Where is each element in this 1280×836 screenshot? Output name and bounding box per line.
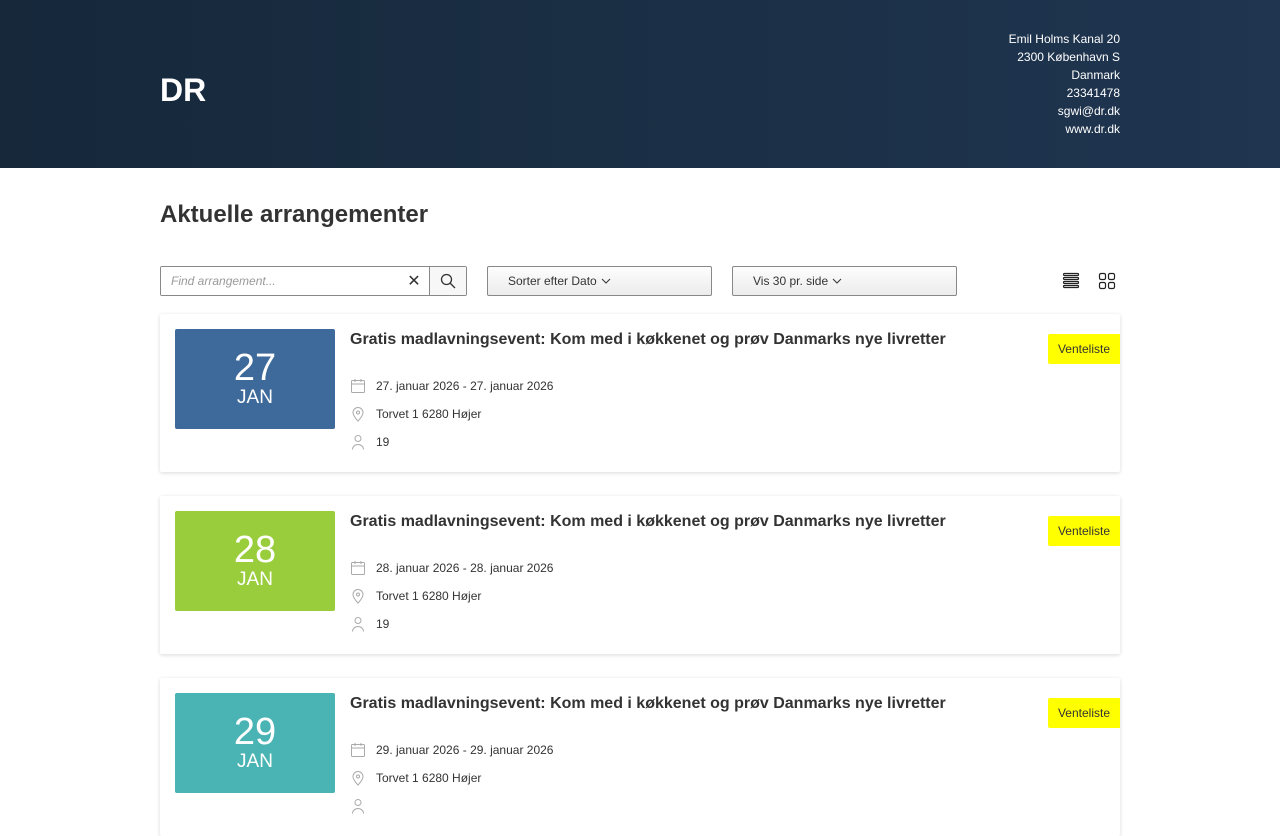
toolbar: ✕ Sorter efter Dato Vis 30 pr. side — [160, 266, 1120, 296]
list-view-button[interactable] — [1061, 271, 1081, 291]
person-icon — [352, 617, 364, 632]
event-location-row: Torvet 1 6280 Højer — [350, 588, 481, 604]
event-card[interactable]: 27 JAN Gratis madlavningsevent: Kom med … — [160, 314, 1120, 472]
person-icon — [352, 435, 364, 450]
event-location: Torvet 1 6280 Højer — [376, 407, 482, 421]
site-header: DR Emil Holms Kanal 20 2300 København S … — [0, 0, 1280, 168]
calendar-icon — [351, 561, 365, 575]
event-day: 28 — [233, 529, 277, 571]
clear-icon[interactable]: ✕ — [399, 267, 429, 295]
location-icon — [352, 589, 364, 604]
event-month: JAN — [237, 751, 273, 772]
event-day: 27 — [233, 347, 277, 389]
sort-label: Sorter efter Dato — [508, 274, 597, 288]
person-icon — [352, 799, 364, 814]
address-country: Danmark — [1071, 68, 1120, 82]
event-card[interactable]: 28 JAN Gratis madlavningsevent: Kom med … — [160, 496, 1120, 654]
event-location-row: Torvet 1 6280 Højer — [350, 406, 481, 422]
search-box: ✕ — [160, 266, 467, 296]
event-dates: 28. januar 2026 - 28. januar 2026 — [376, 561, 554, 575]
waitlist-badge[interactable]: Venteliste — [1047, 516, 1120, 546]
search-icon — [440, 273, 456, 289]
event-dates-row: 27. januar 2026 - 27. januar 2026 — [350, 378, 553, 394]
event-participants-row: 19 — [350, 616, 389, 632]
date-tile: 28 JAN — [175, 511, 335, 611]
waitlist-badge[interactable]: Venteliste — [1047, 334, 1120, 364]
event-dates-row: 28. januar 2026 - 28. januar 2026 — [350, 560, 553, 576]
event-location: Torvet 1 6280 Højer — [376, 771, 482, 785]
calendar-icon — [351, 379, 365, 393]
website-link[interactable]: www.dr.dk — [1009, 120, 1120, 138]
waitlist-badge[interactable]: Venteliste — [1047, 698, 1120, 728]
per-page-select[interactable]: Vis 30 pr. side — [732, 266, 957, 296]
event-dates: 27. januar 2026 - 27. januar 2026 — [376, 379, 554, 393]
event-participants-row: 19 — [350, 434, 389, 450]
address-street: Emil Holms Kanal 20 — [1008, 32, 1120, 46]
grid-view-icon — [1098, 272, 1116, 290]
phone: 23341478 — [1066, 86, 1120, 100]
contact-info: Emil Holms Kanal 20 2300 København S Dan… — [1009, 30, 1120, 138]
chevron-down-icon — [601, 278, 611, 284]
chevron-down-icon — [832, 278, 842, 284]
event-title[interactable]: Gratis madlavningsevent: Kom med i køkke… — [350, 695, 946, 713]
event-location: Torvet 1 6280 Højer — [376, 589, 482, 603]
location-icon — [352, 771, 364, 786]
event-title[interactable]: Gratis madlavningsevent: Kom med i køkke… — [350, 331, 946, 349]
calendar-icon — [351, 743, 365, 757]
date-tile: 27 JAN — [175, 329, 335, 429]
event-card[interactable]: 29 JAN Gratis madlavningsevent: Kom med … — [160, 678, 1120, 836]
grid-view-button[interactable] — [1097, 271, 1117, 291]
event-day: 29 — [233, 711, 277, 753]
per-page-label: Vis 30 pr. side — [753, 274, 829, 288]
event-month: JAN — [237, 387, 273, 408]
event-participants: 19 — [376, 435, 390, 449]
logo: DR — [160, 72, 207, 108]
event-title[interactable]: Gratis madlavningsevent: Kom med i køkke… — [350, 513, 946, 531]
location-icon — [352, 407, 364, 422]
event-dates: 29. januar 2026 - 29. januar 2026 — [376, 743, 554, 757]
event-participants-row — [350, 798, 376, 814]
event-month: JAN — [237, 569, 273, 590]
sort-select[interactable]: Sorter efter Dato — [487, 266, 712, 296]
event-location-row: Torvet 1 6280 Højer — [350, 770, 481, 786]
event-dates-row: 29. januar 2026 - 29. januar 2026 — [350, 742, 553, 758]
search-input[interactable] — [161, 267, 399, 295]
page-title: Aktuelle arrangementer — [160, 201, 429, 228]
date-tile: 29 JAN — [175, 693, 335, 793]
list-view-icon — [1062, 272, 1080, 289]
event-participants: 19 — [376, 617, 390, 631]
search-button[interactable] — [429, 267, 466, 295]
address-city: 2300 København S — [1017, 50, 1120, 64]
email-link[interactable]: sgwi@dr.dk — [1009, 102, 1120, 120]
